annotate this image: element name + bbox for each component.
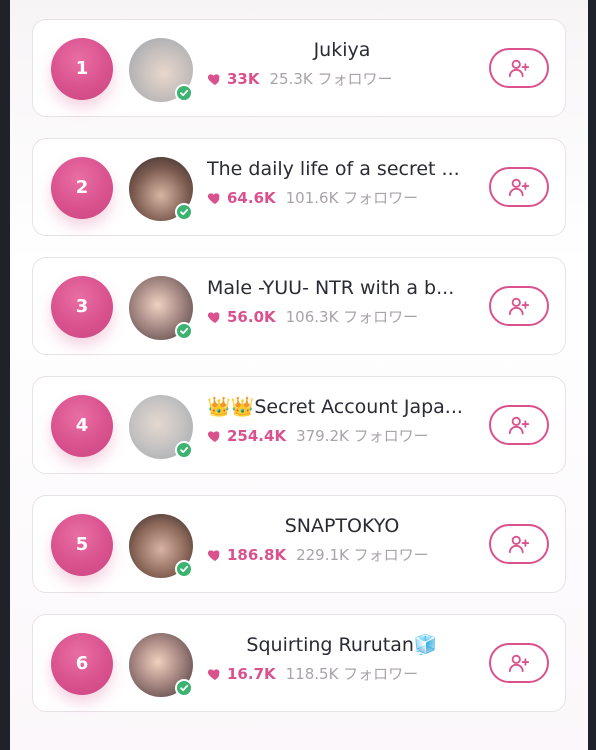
creator-info: SNAPTOKYO 186.8K 229.1K フォロワー [207, 512, 477, 576]
verified-check-icon [175, 679, 193, 697]
verified-check-icon [175, 441, 193, 459]
rank-badge: 5 [51, 514, 113, 576]
creator-card[interactable]: 5 SNAPTOKYO 186.8K 229.1K フォロワー [32, 495, 566, 593]
likes-count: 186.8K [207, 546, 286, 564]
heart-icon [207, 668, 220, 680]
creator-card[interactable]: 1 Jukiya 33K 25.3K フォロワー [32, 19, 566, 117]
creator-name[interactable]: Male -YUU- NTR with a b... [207, 274, 477, 302]
creator-card[interactable]: 4 👑👑Secret Account Japa... 254.4K 379.2K… [32, 376, 566, 474]
likes-count: 56.0K [207, 308, 276, 326]
likes-count: 64.6K [207, 189, 276, 207]
likes-value: 64.6K [227, 188, 276, 207]
creator-stats: 16.7K 118.5K フォロワー [207, 663, 477, 684]
likes-value: 186.8K [227, 545, 287, 564]
followers-count: 106.3K フォロワー [285, 308, 419, 326]
rank-badge: 1 [51, 38, 113, 100]
follow-button[interactable] [489, 524, 549, 564]
creator-name[interactable]: Squirting Rurutan🧊 [207, 631, 477, 659]
follow-button[interactable] [489, 405, 549, 445]
ranking-panel: 1 Jukiya 33K 25.3K フォロワー 2 The daily lif… [10, 0, 588, 750]
rank-badge: 2 [51, 157, 113, 219]
follow-button[interactable] [489, 48, 549, 88]
creator-stats: 254.4K 379.2K フォロワー [207, 425, 477, 446]
likes-count: 254.4K [207, 427, 286, 445]
heart-icon [207, 430, 220, 442]
creator-name[interactable]: Jukiya [207, 36, 477, 64]
rank-badge: 6 [51, 633, 113, 695]
verified-check-icon [175, 203, 193, 221]
verified-check-icon [175, 560, 193, 578]
creator-card[interactable]: 6 Squirting Rurutan🧊 16.7K 118.5K フォロワー [32, 614, 566, 712]
likes-count: 16.7K [207, 665, 276, 683]
creator-info: Squirting Rurutan🧊 16.7K 118.5K フォロワー [207, 631, 477, 695]
followers-count: 101.6K フォロワー [285, 189, 419, 207]
follow-button[interactable] [489, 643, 549, 683]
followers-count: 118.5K フォロワー [285, 665, 419, 683]
creator-name[interactable]: SNAPTOKYO [207, 512, 477, 540]
verified-check-icon [175, 84, 193, 102]
creator-stats: 64.6K 101.6K フォロワー [207, 187, 477, 208]
user-plus-icon [508, 297, 530, 316]
creator-stats: 186.8K 229.1K フォロワー [207, 544, 477, 565]
creator-info: The daily life of a secret ... 64.6K 101… [207, 155, 477, 219]
followers-count: 229.1K フォロワー [296, 546, 429, 564]
creator-stats: 33K 25.3K フォロワー [207, 68, 477, 89]
user-plus-icon [508, 59, 530, 78]
creator-stats: 56.0K 106.3K フォロワー [207, 306, 477, 327]
creator-card[interactable]: 3 Male -YUU- NTR with a b... 56.0K 106.3… [32, 257, 566, 355]
verified-check-icon [175, 322, 193, 340]
heart-icon [207, 192, 220, 204]
creator-info: Male -YUU- NTR with a b... 56.0K 106.3K … [207, 274, 477, 338]
creator-info: 👑👑Secret Account Japa... 254.4K 379.2K フ… [207, 393, 477, 457]
likes-count: 33K [207, 70, 260, 88]
followers-count: 379.2K フォロワー [296, 427, 429, 445]
rank-badge: 3 [51, 276, 113, 338]
likes-value: 254.4K [227, 426, 287, 445]
creator-card[interactable]: 2 The daily life of a secret ... 64.6K 1… [32, 138, 566, 236]
user-plus-icon [508, 416, 530, 435]
user-plus-icon [508, 654, 530, 673]
follow-button[interactable] [489, 286, 549, 326]
rank-badge: 4 [51, 395, 113, 457]
user-plus-icon [508, 535, 530, 554]
creator-name[interactable]: 👑👑Secret Account Japa... [207, 393, 477, 421]
likes-value: 56.0K [227, 307, 276, 326]
likes-value: 33K [227, 69, 260, 88]
heart-icon [207, 549, 220, 561]
heart-icon [207, 311, 220, 323]
creator-name[interactable]: The daily life of a secret ... [207, 155, 477, 183]
creator-info: Jukiya 33K 25.3K フォロワー [207, 36, 477, 100]
followers-count: 25.3K フォロワー [269, 70, 393, 88]
likes-value: 16.7K [227, 664, 276, 683]
user-plus-icon [508, 178, 530, 197]
heart-icon [207, 73, 220, 85]
follow-button[interactable] [489, 167, 549, 207]
